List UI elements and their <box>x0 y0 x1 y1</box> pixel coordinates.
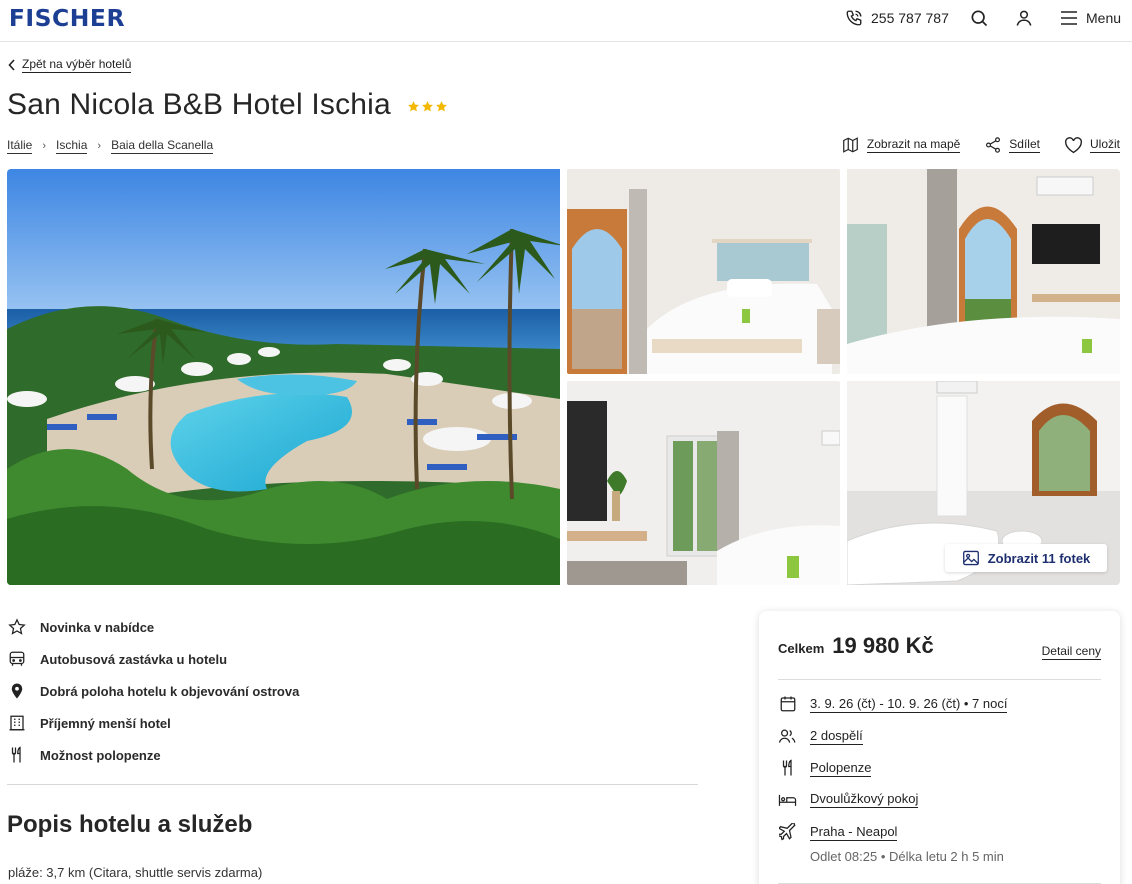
menu-button[interactable]: Menu <box>1060 10 1121 26</box>
gallery-photo-room-tv[interactable] <box>847 169 1120 374</box>
share-button[interactable]: Sdílet <box>984 136 1040 154</box>
description-line: pláže: 3,7 km (Citara, shuttle servis zd… <box>8 865 263 880</box>
board-row[interactable]: Polopenze <box>778 759 872 777</box>
search-icon <box>971 10 988 27</box>
chevron-right-icon: › <box>97 140 102 152</box>
board-value: Polopenze <box>810 759 872 777</box>
cutlery-icon <box>782 759 792 776</box>
price-detail-link[interactable]: Detail ceny <box>1041 644 1101 660</box>
hotel-actions: Zobrazit na mapě Sdílet Uložit <box>841 136 1120 154</box>
save-label: Uložit <box>1089 137 1120 153</box>
room-value: Dvoulůžkový pokoj <box>810 791 919 808</box>
dates-row[interactable]: 3. 9. 26 (čt) - 10. 9. 26 (čt) • 7 nocí <box>778 695 1008 713</box>
price-card: Celkem 19 980 Kč Detail ceny 3. 9. 26 (č… <box>759 611 1120 884</box>
location-pin-icon <box>11 683 23 699</box>
total-value: 19 980 Kč <box>832 633 934 658</box>
gallery-main-photo[interactable] <box>7 169 560 585</box>
gallery-photo-room-desk[interactable] <box>567 381 840 585</box>
breadcrumb-item-area[interactable]: Baia della Scanella <box>111 138 214 154</box>
star-icon <box>408 100 419 111</box>
fischer-logo[interactable]: FISCHER <box>9 6 125 32</box>
site-header: FISCHER 255 787 787 Menu <box>0 0 1132 42</box>
phone-link[interactable]: 255 787 787 <box>845 9 949 27</box>
share-label: Sdílet <box>1009 137 1040 153</box>
save-button[interactable]: Uložit <box>1064 136 1120 154</box>
description-title: Popis hotelu a služeb <box>7 811 253 838</box>
highlight-label: Možnost polopenze <box>40 747 161 763</box>
photo-gallery <box>7 169 1120 585</box>
phone-icon <box>846 10 862 26</box>
flight-row[interactable]: Praha - Neapol <box>778 823 898 841</box>
dates-value: 3. 9. 26 (čt) - 10. 9. 26 (čt) • 7 nocí <box>810 695 1008 713</box>
highlight-item: Autobusová zastávka u hotelu <box>8 643 299 675</box>
star-icon <box>422 100 433 111</box>
travellers-value: 2 dospělí <box>810 727 863 745</box>
highlight-item: Příjemný menší hotel <box>8 707 299 739</box>
back-to-hotels-link[interactable]: Zpět na výběr hotelů <box>8 57 132 73</box>
highlight-label: Autobusová zastávka u hotelu <box>40 651 228 667</box>
heart-icon <box>1064 136 1082 153</box>
highlight-item: Novinka v nabídce <box>8 611 299 643</box>
card-divider <box>778 679 1101 680</box>
back-label: Zpět na výběr hotelů <box>22 57 132 73</box>
breadcrumb-item-region[interactable]: Ischia <box>56 138 88 154</box>
highlight-label: Novinka v nabídce <box>40 619 155 635</box>
show-map-label: Zobrazit na mapě <box>866 137 961 153</box>
star-icon <box>436 100 447 111</box>
flight-info: Odlet 08:25 • Délka letu 2 h 5 min <box>810 849 1004 864</box>
bed-icon <box>778 794 797 806</box>
user-icon <box>1016 10 1032 26</box>
highlight-label: Příjemný menší hotel <box>40 715 171 731</box>
plane-icon <box>778 823 796 841</box>
bus-icon <box>9 651 25 666</box>
breadcrumb: Itálie › Ischia › Baia della Scanella <box>7 138 214 154</box>
hotel-highlights: Novinka v nabídce Autobusová zastávka u … <box>8 611 299 771</box>
gallery-photo-bedroom[interactable] <box>567 169 840 374</box>
building-icon <box>9 715 25 731</box>
breadcrumb-item-country[interactable]: Itálie <box>7 138 33 154</box>
menu-label: Menu <box>1086 10 1122 26</box>
people-icon <box>778 729 796 743</box>
image-icon <box>962 550 979 566</box>
hotel-stars <box>407 100 448 113</box>
star-icon <box>8 618 26 635</box>
highlight-label: Dobrá poloha hotelu k objevování ostrova <box>40 683 300 699</box>
show-all-photos-button[interactable]: Zobrazit 11 fotek <box>945 544 1107 572</box>
map-icon <box>843 137 858 153</box>
hotel-title-row: San Nicola B&B Hotel Ischia <box>7 88 448 122</box>
section-divider <box>7 784 698 785</box>
cutlery-icon <box>11 746 21 763</box>
show-all-photos-label: Zobrazit 11 fotek <box>987 550 1091 566</box>
travellers-row[interactable]: 2 dospělí <box>778 727 863 745</box>
flight-value: Praha - Neapol <box>810 823 898 841</box>
calendar-icon <box>780 696 795 712</box>
room-row[interactable]: Dvoulůžkový pokoj <box>778 791 919 808</box>
total-label: Celkem <box>778 641 825 656</box>
chevron-right-icon: › <box>42 140 47 152</box>
search-button[interactable] <box>969 8 989 33</box>
highlight-item: Dobrá poloha hotelu k objevování ostrova <box>8 675 299 707</box>
total-price: Celkem 19 980 Kč <box>778 633 934 659</box>
share-icon <box>986 137 1001 153</box>
phone-number: 255 787 787 <box>871 10 949 26</box>
account-button[interactable] <box>1014 8 1034 33</box>
chevron-left-icon <box>8 59 15 71</box>
page-title: San Nicola B&B Hotel Ischia <box>7 88 391 121</box>
highlight-item: Možnost polopenze <box>8 739 299 771</box>
show-map-button[interactable]: Zobrazit na mapě <box>841 136 961 154</box>
hamburger-icon <box>1061 11 1077 25</box>
